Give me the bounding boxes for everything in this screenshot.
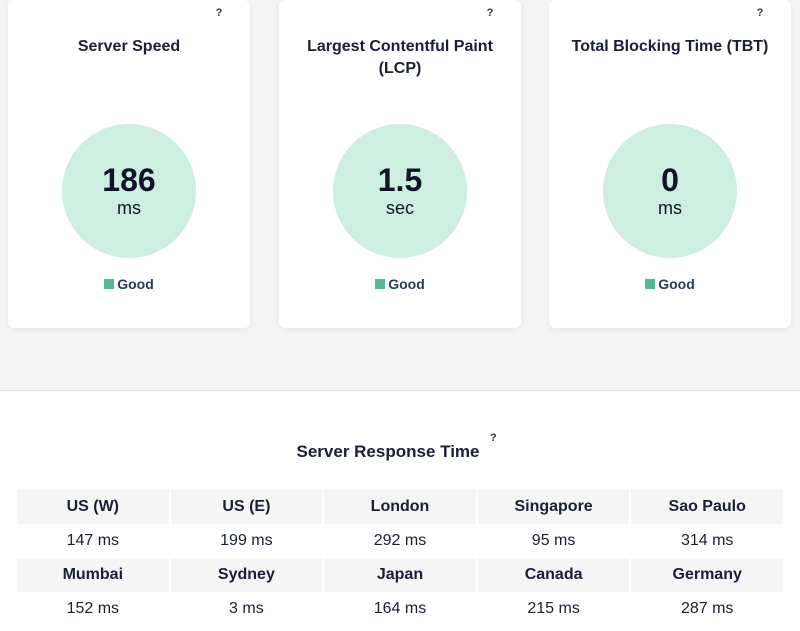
metric-value: 1.5 [377, 162, 423, 198]
status-badge: Good [549, 276, 791, 292]
location-label: Canada [477, 558, 630, 592]
metric-unit: ms [658, 198, 682, 218]
pagespeed-report: ? Server Speed 186 ms Good ? Largest Con… [0, 0, 800, 631]
status-label: Good [117, 276, 154, 292]
response-time: 152 ms [17, 592, 169, 626]
location-label: Germany [631, 558, 783, 592]
response-time: 292 ms [324, 524, 476, 558]
response-time: 287 ms [631, 592, 783, 626]
metric-unit: sec [385, 198, 414, 218]
location-label: US (W) [17, 490, 169, 524]
location-label: London [324, 490, 476, 524]
response-time: 314 ms [631, 524, 783, 558]
metric-value: 0 [661, 162, 679, 198]
help-icon[interactable]: ? [490, 432, 497, 444]
response-time: 3 ms [170, 592, 323, 626]
location-label: Singapore [477, 490, 630, 524]
location-label: Sao Paulo [631, 490, 783, 524]
response-time: 215 ms [477, 592, 630, 626]
status-dot-icon [104, 279, 115, 289]
metric-unit: ms [117, 198, 141, 218]
status-label: Good [658, 276, 695, 292]
metric-title: Largest Contentful Paint (LCP) [307, 38, 493, 77]
metric-cards: ? Server Speed 186 ms Good ? Largest Con… [0, 0, 800, 390]
metric-title: Server Speed [77, 38, 181, 55]
metric-title: Total Blocking Time (TBT) [571, 38, 769, 55]
location-label: Sydney [170, 558, 323, 592]
status-label: Good [388, 276, 425, 292]
metric-value: 186 [102, 162, 156, 198]
location-label: Mumbai [17, 558, 169, 592]
help-icon[interactable]: ? [753, 6, 767, 20]
metric-circle: 186 ms [62, 124, 196, 258]
metric-circle: 1.5 sec [333, 124, 467, 258]
response-time: 147 ms [17, 524, 169, 558]
status-badge: Good [8, 276, 250, 292]
server-response-table: US (W) US (E) London Singapore Sao Paulo… [17, 490, 783, 626]
help-icon[interactable]: ? [483, 6, 497, 20]
metric-card-server-speed: ? Server Speed 186 ms Good [8, 0, 250, 328]
metric-circle: 0 ms [603, 124, 737, 258]
status-badge: Good [279, 276, 521, 292]
help-icon[interactable]: ? [212, 6, 226, 20]
status-dot-icon [645, 279, 656, 289]
location-label: Japan [324, 558, 476, 592]
status-dot-icon [375, 279, 386, 289]
metric-card-lcp: ? Largest Contentful Paint (LCP) 1.5 sec… [279, 0, 521, 328]
location-label: US (E) [170, 490, 323, 524]
response-time: 199 ms [170, 524, 323, 558]
response-time: 95 ms [477, 524, 630, 558]
response-time: 164 ms [324, 592, 476, 626]
metric-card-tbt: ? Total Blocking Time (TBT) 0 ms Good [549, 0, 791, 328]
